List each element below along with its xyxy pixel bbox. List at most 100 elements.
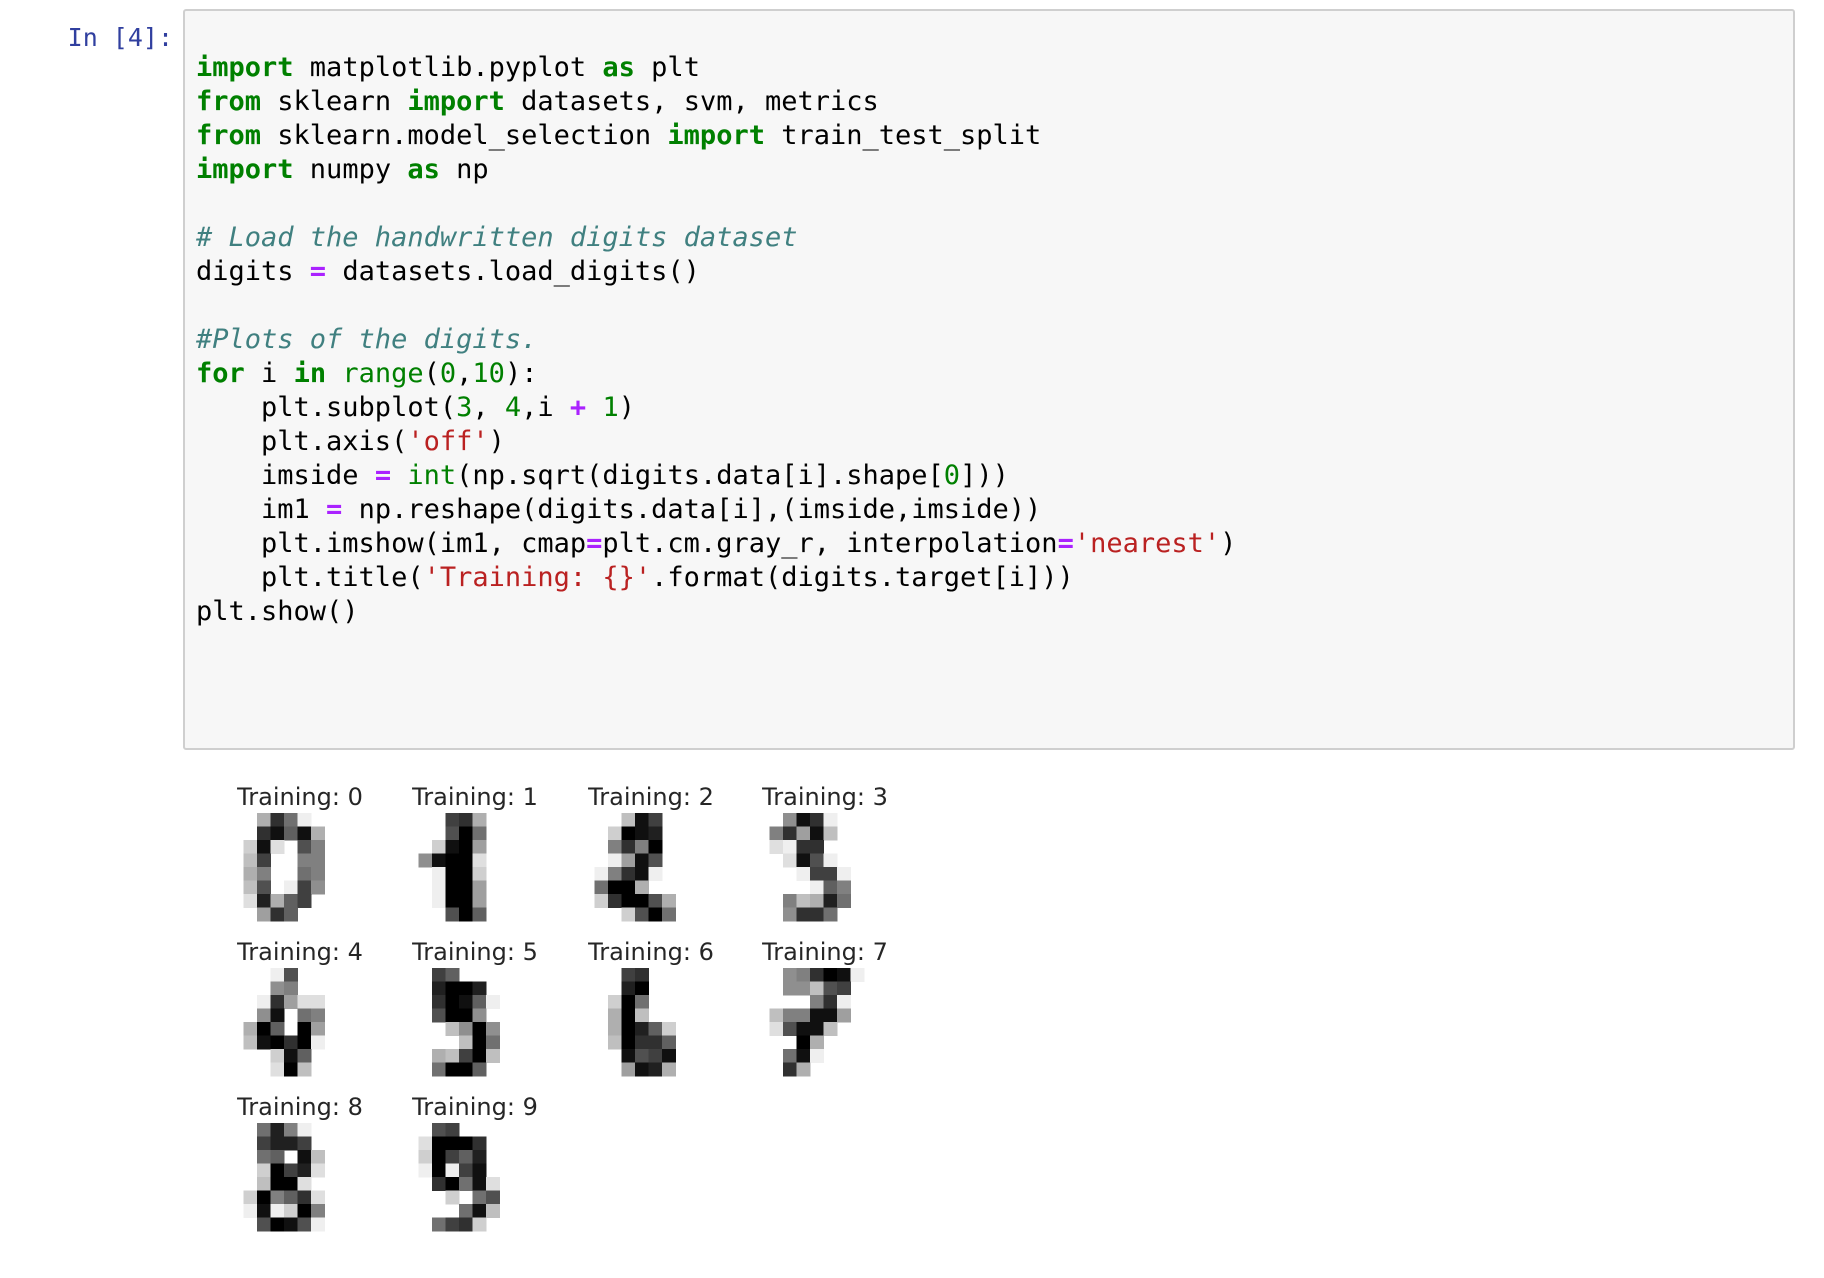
code-line: plt.title('Training: {}'.format(digits.t… (196, 561, 1236, 595)
digit-pixel (418, 1150, 433, 1164)
code-token: , (456, 358, 473, 389)
digit-pixel (810, 1035, 824, 1050)
digit-pixel (608, 894, 622, 908)
cell-output: Training: 0 Training: 1 Training: 2 Trainin… (183, 760, 1083, 1270)
digit-pixel (270, 1049, 285, 1063)
digit-pixel (648, 853, 663, 868)
digit-pixel (810, 1049, 824, 1063)
digit-pixel (823, 907, 838, 922)
digit-pixel (418, 1136, 433, 1151)
digit-pixel (284, 1035, 298, 1050)
code-editor[interactable]: import matplotlib.pyplot as plt from skle… (196, 51, 1236, 629)
digit-pixel (445, 894, 460, 908)
digit-pixel (445, 1049, 460, 1063)
code-token: (np.sqrt(digits.data[i].shape[ (456, 460, 944, 491)
code-token: 'off' (407, 426, 489, 457)
digit-pixel (472, 840, 487, 854)
digit-pixel (472, 1217, 487, 1232)
digit-pixel (445, 867, 460, 881)
digit-pixel (297, 853, 312, 868)
digit-pixel (257, 1217, 271, 1232)
digit-pixel (662, 894, 676, 908)
digit-pixel (445, 968, 460, 982)
digit-pixel (608, 880, 622, 895)
digit-pixel (796, 981, 811, 996)
code-token: ): (504, 358, 538, 389)
code-token: = (1057, 528, 1074, 559)
digit-subplot: Training: 1 (411, 783, 538, 922)
digit-pixel (823, 1022, 838, 1036)
digit-subplot: Training: 6 (587, 938, 714, 1077)
digit-pixel (297, 1136, 312, 1151)
subplot-title: Training: 2 (587, 783, 714, 811)
digit-pixel (432, 981, 446, 996)
digit-pixel (270, 968, 285, 982)
digit-pixel (810, 968, 824, 982)
digit-pixel (297, 1150, 312, 1164)
digit-pixel (257, 1204, 271, 1218)
digit-pixel (472, 1163, 487, 1178)
digit-pixel (297, 1163, 312, 1178)
digit-pixel (445, 840, 460, 854)
digit-pixel (284, 826, 298, 841)
digit-pixel (472, 995, 487, 1009)
digit-pixel (783, 1062, 797, 1077)
code-token: ])) (960, 460, 1009, 491)
code-token: 0 (943, 460, 961, 491)
digit-pixel (257, 826, 271, 841)
code-token: np (439, 154, 489, 185)
digit-pixel (311, 995, 325, 1009)
digit-pixel (621, 867, 636, 881)
digit-pixel (459, 1035, 473, 1050)
digit-pixel (432, 1136, 446, 1151)
digit-pixel (432, 1150, 446, 1164)
digit-pixel (796, 1008, 811, 1023)
digit-pixel (311, 1008, 325, 1023)
digit-pixel (472, 981, 487, 996)
digit-pixel (445, 981, 460, 996)
digit-pixel (823, 894, 838, 908)
digit-pixel (635, 981, 649, 996)
digit-pixel (635, 907, 649, 922)
digit-pixel (823, 813, 838, 827)
digit-pixel (810, 894, 824, 908)
digit-pixel (783, 981, 797, 996)
digit-pixel (284, 1190, 298, 1205)
code-line: plt.imshow(im1, cmap=plt.cm.gray_r, inte… (196, 527, 1236, 561)
code-cell-input[interactable]: import matplotlib.pyplot as plt from skle… (183, 9, 1795, 750)
digit-pixel (270, 1022, 285, 1036)
digit-pixel (257, 1022, 271, 1036)
digit-pixel (243, 867, 258, 881)
code-line: # Load the handwritten digits dataset (196, 221, 1236, 255)
digit-pixel (459, 1204, 473, 1218)
digit-pixel (472, 1062, 487, 1077)
code-token: = (309, 256, 327, 287)
code-line: #Plots of the digits. (196, 323, 1236, 357)
code-token: = (326, 494, 343, 525)
digit-subplot: Training: 3 (761, 783, 888, 922)
digit-pixel (432, 1008, 446, 1023)
digit-pixel (594, 867, 609, 881)
digit-pixel (594, 894, 609, 908)
digit-pixel (243, 1035, 258, 1050)
digit-pixel (635, 826, 649, 841)
subplot-title: Training: 6 (587, 938, 714, 966)
digit-pixel (635, 1062, 649, 1077)
digit-pixel (783, 968, 797, 982)
input-prompt: In [4]: (67, 23, 173, 52)
digit-pixel (270, 1177, 285, 1191)
subplot-title: Training: 0 (236, 783, 363, 811)
digit-pixel (284, 813, 298, 827)
digit-pixel (810, 880, 824, 895)
code-token: .format(digits.target[i])) (651, 562, 1074, 593)
code-token: im1 (196, 494, 327, 525)
subplot-title: Training: 4 (236, 938, 363, 966)
digit-pixel (648, 826, 663, 841)
code-line: imside = int(np.sqrt(digits.data[i].shap… (196, 459, 1236, 493)
digit-pixel (311, 880, 325, 895)
digit-pixel (635, 880, 649, 895)
code-token: imside (196, 460, 375, 491)
code-line: from sklearn import datasets, svm, metri… (196, 85, 1236, 119)
code-token: import (407, 86, 505, 117)
